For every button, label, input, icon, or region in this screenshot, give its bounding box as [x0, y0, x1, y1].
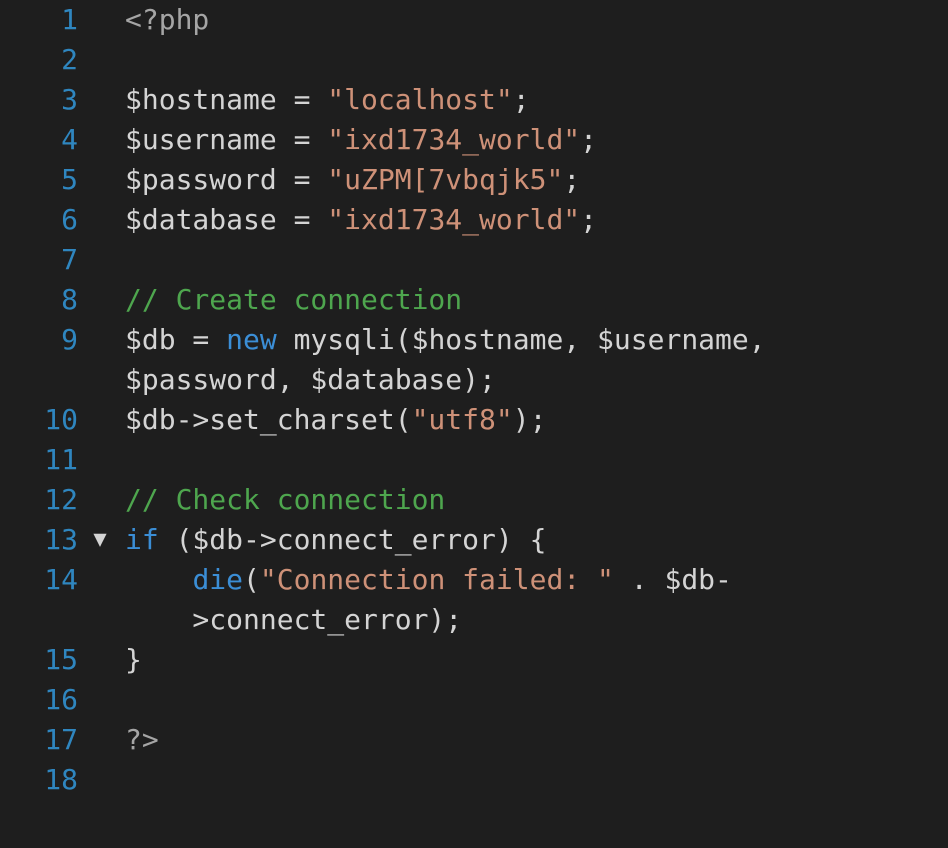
code-token-plain: $database =: [125, 203, 328, 236]
code-line[interactable]: 1 <?php: [0, 0, 948, 40]
line-number: 2: [61, 43, 78, 76]
line-number: 13: [44, 523, 78, 556]
code-token-plain: ($db->connect_error) {: [158, 523, 547, 556]
line-number: 7: [61, 243, 78, 276]
line-number: 16: [44, 683, 78, 716]
code-token-plain: );: [512, 403, 547, 436]
code-line[interactable]: 4 $username = "ixd1734_world";: [0, 120, 948, 160]
code-token-keyword: die: [192, 563, 244, 596]
code-token-plain: . $db-: [613, 563, 732, 596]
code-token-string: "uZPM[7vbqjk5": [327, 163, 564, 196]
code-token-plain: $username =: [125, 123, 328, 156]
line-number: 12: [44, 483, 78, 516]
code-line[interactable]: 3 $hostname = "localhost";: [0, 80, 948, 120]
code-token-string: "ixd1734_world": [327, 203, 581, 236]
line-number: 4: [61, 123, 78, 156]
code-line[interactable]: 5 $password = "uZPM[7vbqjk5";: [0, 160, 948, 200]
code-text: $db->set_charset("utf8");: [125, 400, 546, 440]
code-line[interactable]: 13 ▼ if ($db->connect_error) {: [0, 520, 948, 560]
code-text: $password = "uZPM[7vbqjk5";: [125, 160, 580, 200]
code-token-string: "utf8": [411, 403, 513, 436]
code-line[interactable]: 18: [0, 760, 948, 800]
code-token-keyword: if: [125, 523, 159, 556]
code-line[interactable]: 2: [0, 40, 948, 80]
line-number: 14: [44, 563, 78, 596]
code-line[interactable]: >connect_error);: [0, 600, 948, 640]
code-line[interactable]: 15}: [0, 640, 948, 680]
code-token-plain: >connect_error);: [125, 603, 463, 636]
code-line[interactable]: 10 $db->set_charset("utf8");: [0, 400, 948, 440]
line-number: 11: [44, 443, 78, 476]
code-text: >connect_error);: [125, 600, 462, 640]
code-text: $password, $database);: [125, 360, 496, 400]
code-line[interactable]: 17 ?>: [0, 720, 948, 760]
line-number: 17: [44, 723, 78, 756]
code-token-plain: ;: [563, 163, 581, 196]
line-number: 9: [61, 323, 78, 356]
code-token-string: "localhost": [327, 83, 513, 116]
code-text: ?>: [125, 720, 159, 760]
code-token-string: "Connection failed: ": [259, 563, 614, 596]
code-token-plain: ;: [512, 83, 530, 116]
code-token-plain: $password =: [125, 163, 328, 196]
code-line[interactable]: 12 // Check connection: [0, 480, 948, 520]
line-number: 3: [61, 83, 78, 116]
code-token-plain: ;: [580, 123, 598, 156]
code-token-plain: (: [243, 563, 260, 596]
code-line[interactable]: 16: [0, 680, 948, 720]
code-line[interactable]: 14 die("Connection failed: " . $db-: [0, 560, 948, 600]
code-text: <?php: [125, 0, 209, 40]
code-token-keyword: new: [226, 323, 277, 356]
code-text: $hostname = "localhost";: [125, 80, 530, 120]
line-number: 6: [61, 203, 78, 236]
code-token-tag: ?>: [125, 723, 159, 756]
code-token-tag: <?php: [125, 3, 210, 36]
code-text: $database = "ixd1734_world";: [125, 200, 597, 240]
line-number: 18: [44, 763, 78, 796]
code-text: }: [125, 640, 142, 680]
code-token-plain: ;: [580, 203, 598, 236]
code-line[interactable]: 11: [0, 440, 948, 480]
code-text: // Create connection: [125, 280, 462, 320]
code-text: if ($db->connect_error) {: [125, 520, 546, 560]
line-number: 1: [61, 3, 78, 36]
code-token-string: "ixd1734_world": [327, 123, 581, 156]
line-number: 10: [44, 403, 78, 436]
code-text: $db = new mysqli($hostname, $username,: [125, 320, 766, 360]
code-token-plain: $password, $database);: [125, 363, 496, 396]
code-token-comment: // Create connection: [125, 283, 463, 316]
code-line[interactable]: 7: [0, 240, 948, 280]
code-token-plain: $db =: [125, 323, 227, 356]
line-number: 15: [44, 643, 78, 676]
code-token-plain: $hostname =: [125, 83, 328, 116]
code-token-plain: $db->set_charset(: [125, 403, 412, 436]
code-text: $username = "ixd1734_world";: [125, 120, 597, 160]
code-line[interactable]: 8 // Create connection: [0, 280, 948, 320]
code-line[interactable]: 6 $database = "ixd1734_world";: [0, 200, 948, 240]
code-token-plain: }: [125, 643, 142, 676]
code-text: // Check connection: [125, 480, 445, 520]
code-token-comment: // Check connection: [125, 483, 446, 516]
code-editor[interactable]: 1 <?php 2 3 $hostname = "localhost"; 4 $userna…: [0, 0, 948, 848]
code-line[interactable]: $password, $database);: [0, 360, 948, 400]
code-text: die("Connection failed: " . $db-: [125, 560, 732, 600]
line-number: 8: [61, 283, 78, 316]
triangle-down-icon[interactable]: ▼: [88, 520, 112, 560]
line-number: 5: [61, 163, 78, 196]
code-token-plain: mysqli($hostname, $username,: [276, 323, 766, 356]
code-line[interactable]: 9 $db = new mysqli($hostname, $username,: [0, 320, 948, 360]
